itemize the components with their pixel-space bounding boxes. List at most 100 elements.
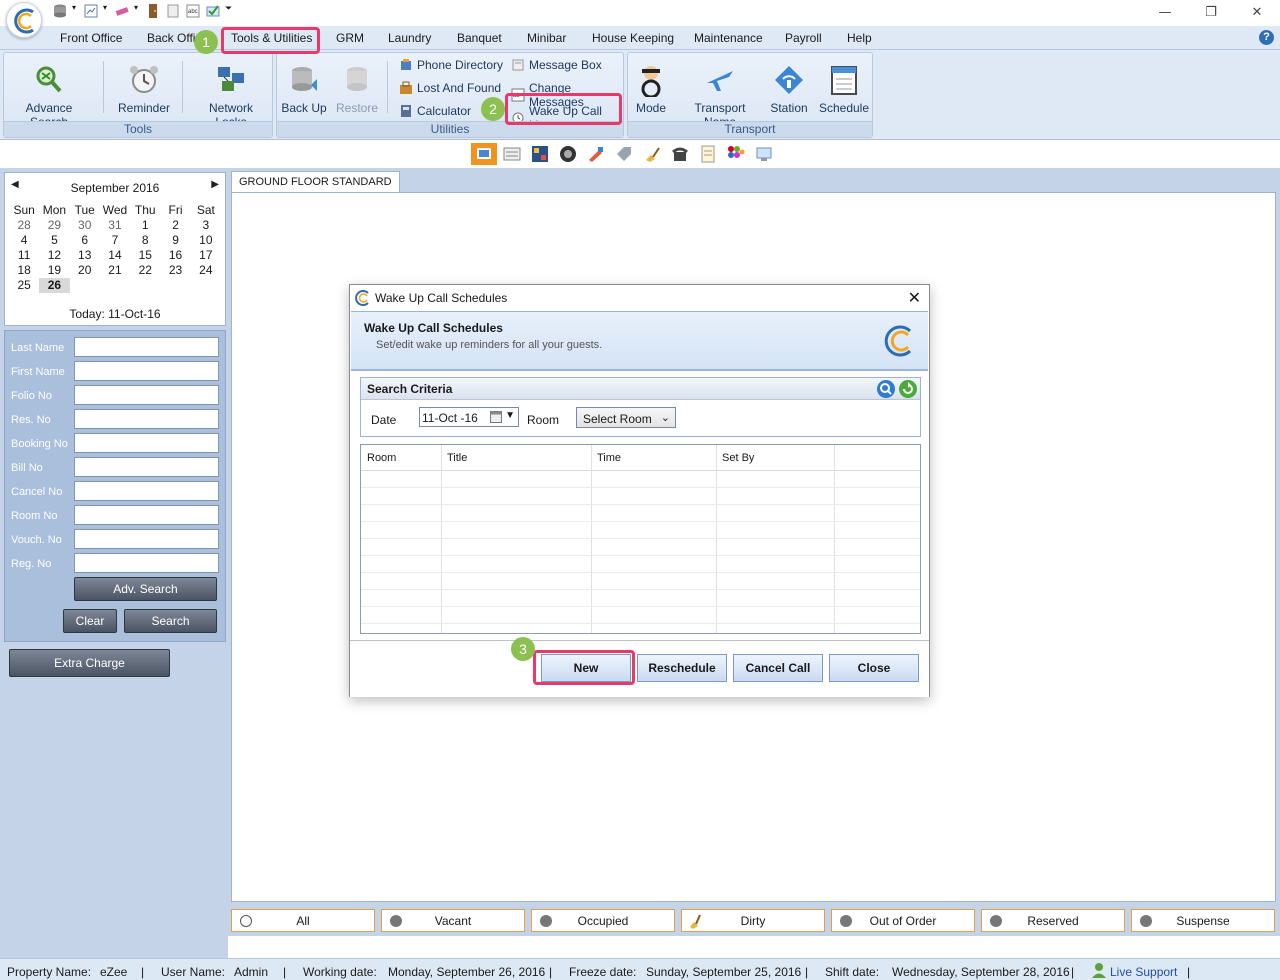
room-view-icon[interactable] [471,143,497,165]
legend-reserved[interactable]: Reserved [981,909,1125,932]
abc-icon[interactable]: abc [185,3,201,19]
back-up-button[interactable]: Back Up [281,63,327,115]
calendar-day[interactable]: 20 [70,263,100,278]
station-button[interactable]: Station [769,63,809,115]
list-view-icon[interactable] [503,145,521,163]
calendar-day[interactable]: 30 [70,218,100,233]
calendar-day[interactable]: 6 [70,233,100,248]
last-name-field[interactable] [74,337,219,357]
calendar-day[interactable]: 9 [160,233,190,248]
chevron-down-icon[interactable]: ▾ [72,3,79,19]
broom-icon[interactable] [643,145,661,163]
reschedule-button[interactable]: Reschedule [637,654,727,682]
folio-no-field[interactable] [74,385,219,405]
menu-banquet[interactable]: Banquet [457,31,502,45]
restore-button[interactable]: ❐ [1188,0,1234,24]
live-support-link[interactable]: Live Support [1110,965,1177,979]
reg-no-field[interactable] [74,553,219,573]
bill-no-field[interactable] [74,457,219,477]
column-set-by[interactable]: Set By [722,452,754,464]
lost-and-found-button[interactable]: Lost And Found [399,81,501,95]
app-logo[interactable] [6,2,42,38]
column-title[interactable]: Title [447,452,467,464]
monitor-icon[interactable] [755,145,773,163]
res-no-field[interactable] [74,409,219,429]
palette-icon[interactable] [727,145,745,163]
calendar-day[interactable]: 29 [39,218,69,233]
column-room[interactable]: Room [367,452,396,464]
calendar-day[interactable]: 17 [191,248,221,263]
notepad-icon[interactable] [165,3,181,19]
calendar-day[interactable]: 2 [160,218,190,233]
column-time[interactable]: Time [597,452,621,464]
brush-icon[interactable] [587,145,605,163]
calendar-day[interactable]: 23 [160,263,190,278]
reminder-button[interactable]: Reminder [112,63,176,115]
calendar-day[interactable]: 10 [191,233,221,248]
phone-directory-button[interactable]: Phone Directory [399,58,503,72]
tag-icon[interactable] [615,145,633,163]
calendar-day[interactable]: 11 [9,248,39,263]
close-button[interactable]: Close [829,654,919,682]
close-window-button[interactable]: ✕ [1234,0,1280,24]
eraser-icon[interactable] [114,3,130,19]
calendar-day[interactable]: 21 [100,263,130,278]
menu-front-office[interactable]: Front Office [60,31,122,45]
calendar-icon[interactable] [490,411,502,426]
legend-out-of-order[interactable]: Out of Order [831,909,975,932]
calendar-day[interactable]: 19 [39,263,69,278]
notes-icon[interactable] [699,145,717,163]
room-no-field[interactable] [74,505,219,525]
search-button[interactable]: Search [124,609,217,633]
advance-search-button[interactable]: Advance Search [9,63,89,129]
refresh-icon[interactable] [898,379,918,402]
help-icon[interactable]: ? [1259,30,1274,45]
chevron-down-icon[interactable]: ▾ [134,3,141,19]
cancel-call-button[interactable]: Cancel Call [733,654,823,682]
mode-button[interactable]: Mode [634,63,668,115]
calendar-next-icon[interactable]: ▶ [211,179,219,190]
dialog-close-icon[interactable]: ✕ [908,288,921,307]
calendar-day[interactable]: 15 [130,248,160,263]
chevron-down-icon[interactable]: ▾ [103,3,110,19]
customize-dropdown-icon[interactable]: ⏷ [225,3,235,19]
room-select[interactable]: Select Room ⌄ [576,407,676,428]
transport-name-button[interactable]: Transport Name [679,63,761,129]
legend-vacant[interactable]: Vacant [381,909,525,932]
calculator-button[interactable]: Calculator [399,104,471,118]
calendar-day[interactable]: 18 [9,263,39,278]
database-icon[interactable] [52,3,68,19]
menu-payroll[interactable]: Payroll [785,31,822,45]
clear-button[interactable]: Clear [63,609,117,633]
calendar-day[interactable]: 31 [100,218,130,233]
grid-view-icon[interactable] [531,145,549,163]
calendar-day[interactable]: 28 [9,218,39,233]
calendar-day[interactable]: 13 [70,248,100,263]
calendar-day[interactable]: 4 [9,233,39,248]
message-box-button[interactable]: Message Box [511,58,602,72]
minimize-button[interactable]: — [1142,0,1188,24]
chevron-down-icon[interactable]: ▼ [505,410,515,421]
menu-house-keeping[interactable]: House Keeping [592,31,674,45]
restore-button[interactable]: Restore [333,63,381,115]
telephone-icon[interactable] [671,145,689,163]
search-icon[interactable] [876,379,896,402]
date-picker[interactable]: 11-Oct -16 ▼ [419,407,519,427]
calendar-day[interactable]: 12 [39,248,69,263]
calendar-day[interactable]: 14 [100,248,130,263]
report-icon[interactable] [83,3,99,19]
cancel-no-field[interactable] [74,481,219,501]
booking-no-field[interactable] [74,433,219,453]
legend-all[interactable]: All [231,909,375,932]
schedule-button[interactable]: Schedule [818,63,870,115]
extra-charge-button[interactable]: Extra Charge [9,649,170,677]
first-name-field[interactable] [74,361,219,381]
calendar-day[interactable]: 7 [100,233,130,248]
calendar-day[interactable]: 22 [130,263,160,278]
calendar-day[interactable]: 16 [160,248,190,263]
calendar-day[interactable]: 5 [39,233,69,248]
checkmark-icon[interactable] [205,3,221,19]
legend-occupied[interactable]: Occupied [531,909,675,932]
menu-laundry[interactable]: Laundry [388,31,431,45]
menu-maintenance[interactable]: Maintenance [694,31,763,45]
